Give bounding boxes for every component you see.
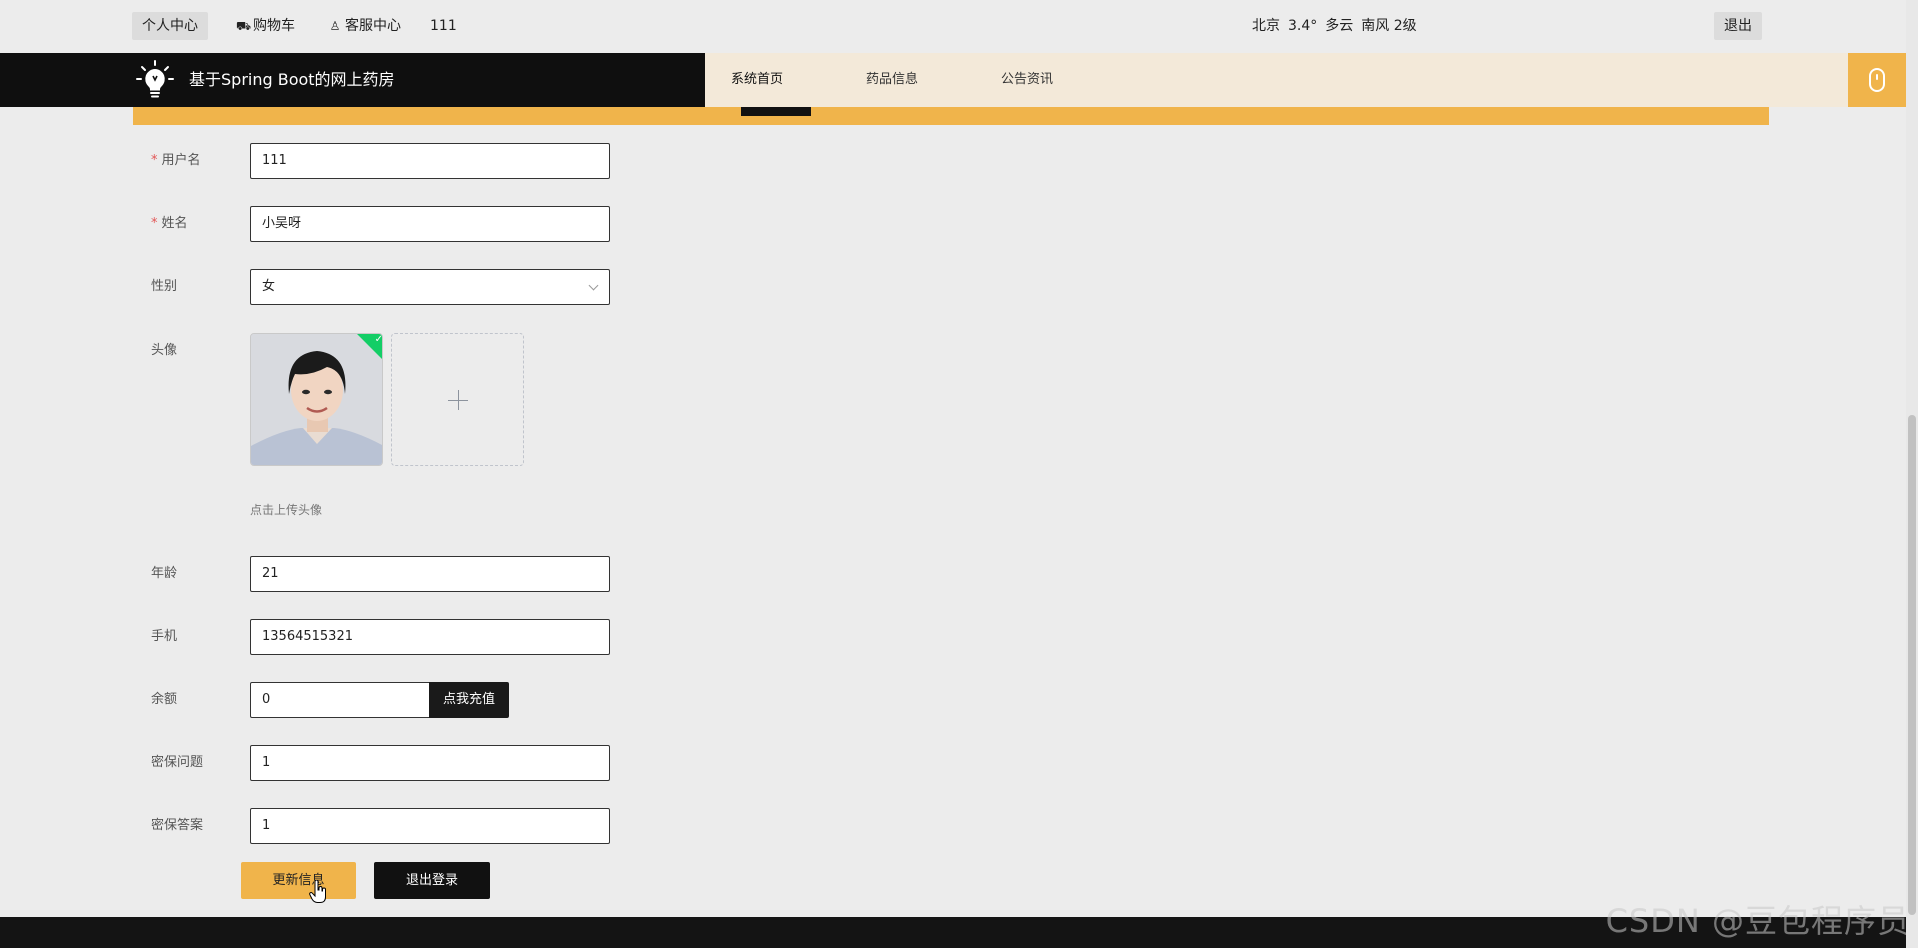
balance-input[interactable]: 0 [250,682,430,718]
service-center-link[interactable]: ♙ 客服中心 [318,12,411,40]
form-row-name: * 姓名 小吴呀 [0,204,700,244]
site-header: 基于Spring Boot的网上药房 系统首页 药品信息 公告资讯 [0,53,1918,107]
form-row-username: * 用户名 111 [0,141,700,181]
scrollbar-thumb[interactable] [1908,415,1916,915]
security-question-label: 密保问题 [151,755,204,770]
gender-select[interactable]: 女 [250,269,610,305]
personal-center-link[interactable]: 个人中心 [132,12,208,40]
form-row-phone: 手机 13564515321 [0,617,700,657]
username-input[interactable]: 111 [250,143,610,179]
user-icon: ♙ [329,19,341,33]
logout-button[interactable]: 退出登录 [374,862,490,899]
avatar-label: 头像 [151,343,178,358]
phone-label: 手机 [151,629,178,644]
phone-input[interactable]: 13564515321 [250,619,610,655]
current-user-id: 111 [430,18,457,34]
site-title: 基于Spring Boot的网上药房 [189,70,395,89]
username-label: 用户名 [161,153,201,168]
form-row-gender: 性别 女 [0,267,700,307]
active-tab-indicator [741,107,811,116]
avatar-image[interactable]: ✓ [250,333,383,466]
scroll-mouse-button[interactable] [1848,53,1906,107]
age-label: 年龄 [151,566,178,581]
form-row-security-question: 密保问题 1 [0,743,700,783]
security-answer-label: 密保答案 [151,818,204,833]
required-mark: * [151,216,158,231]
weather-temp: 3.4° [1288,18,1318,34]
upload-tip: 点击上传头像 [250,503,323,517]
weather-city: 北京 [1252,18,1280,34]
check-icon: ✓ [374,333,383,345]
page-scrollbar[interactable] [1906,0,1918,948]
form-row-balance: 余额 0 [0,680,700,720]
top-utility-bar: 个人中心 ⛟ 购物车 ♙ 客服中心 111 北京 3.4° 多云 南风 2级 退出 [0,0,1918,53]
security-answer-input[interactable]: 1 [250,808,610,844]
recharge-button[interactable]: 点我充值 [429,682,509,718]
name-input[interactable]: 小吴呀 [250,206,610,242]
security-question-input[interactable]: 1 [250,745,610,781]
weather-info: 北京 3.4° 多云 南风 2级 [1252,12,1425,40]
weather-wind: 南风 2级 [1361,18,1417,34]
mouse-icon [1869,68,1885,92]
update-info-button[interactable]: 更新信息 [241,862,356,899]
nav-medicine[interactable]: 药品信息 [866,53,918,107]
weather-condition: 多云 [1325,18,1354,34]
accent-strip [133,107,1769,125]
main-nav: 系统首页 药品信息 公告资讯 [705,53,1848,107]
avatar-portrait-icon [251,334,382,465]
nav-home[interactable]: 系统首页 [731,53,783,107]
avatar-upload-button[interactable] [391,333,524,466]
nav-news[interactable]: 公告资讯 [1001,53,1053,107]
age-input[interactable]: 21 [250,556,610,592]
hand-cursor-icon [309,880,326,903]
gender-label: 性别 [151,279,178,294]
top-logout-button[interactable]: 退出 [1714,12,1762,40]
cart-link[interactable]: ⛟ 购物车 [226,12,305,40]
gender-value: 女 [262,279,276,294]
form-row-security-answer: 密保答案 1 [0,806,700,846]
name-label: 姓名 [161,216,188,231]
brand[interactable]: 基于Spring Boot的网上药房 [0,53,705,107]
watermark: CSDN @豆包程序员 [1605,902,1910,940]
cart-icon: ⛟ [236,19,252,33]
form-row-age: 年龄 21 [0,554,700,594]
chevron-down-icon [588,280,599,291]
lightbulb-logo-icon [136,60,174,98]
required-mark: * [151,153,158,168]
balance-label: 余额 [151,692,178,707]
